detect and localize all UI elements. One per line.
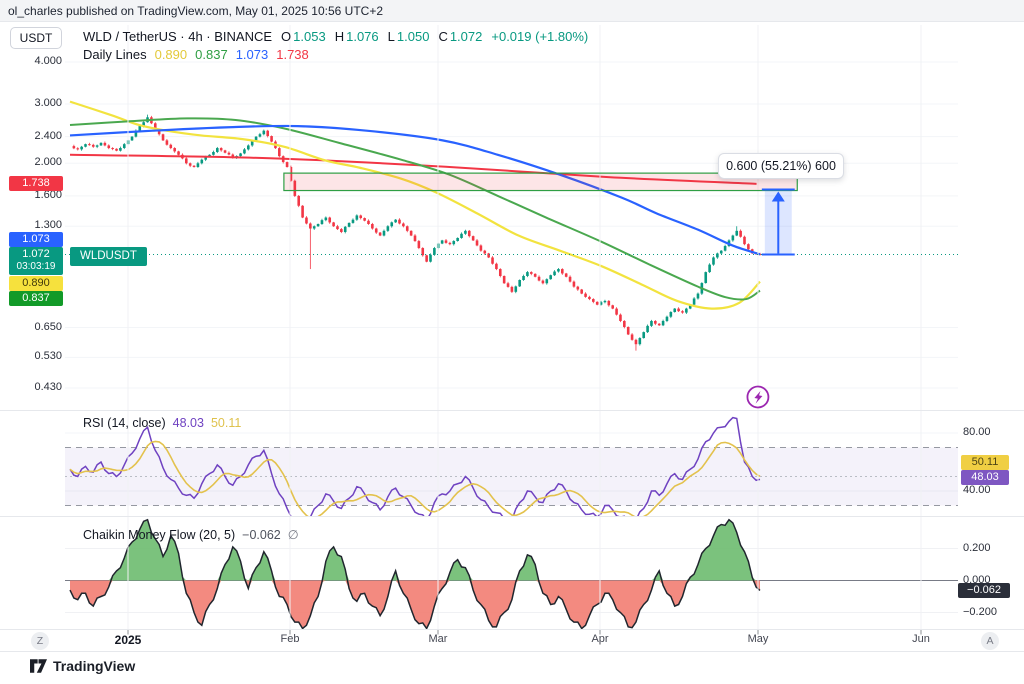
chart-canvas[interactable]: [0, 0, 1024, 684]
symbol-price-tag: WLDUSDT: [70, 247, 147, 266]
daily-line-value-green: 0.837: [195, 47, 228, 62]
rsi-header: RSI (14, close) 48.03 50.11: [83, 416, 248, 430]
close-label: C: [438, 29, 447, 44]
symbol-title: WLD / TetherUS · 4h · BINANCE: [83, 29, 272, 44]
rsi-ma-value: 50.11: [211, 416, 241, 430]
price-tick-label: 0.650: [6, 321, 62, 333]
daily-line-value-blue: 1.073: [236, 47, 269, 62]
cmf-header: Chaikin Money Flow (20, 5) −0.062 ∅: [83, 527, 306, 542]
cmf-value: −0.062: [242, 528, 281, 542]
time-axis-label: May: [748, 633, 769, 645]
daily-line-value-yellow: 0.890: [155, 47, 188, 62]
price-line-tag: 1.073: [9, 232, 63, 247]
open-label: O: [281, 29, 291, 44]
price-tick-label: 4.000: [6, 55, 62, 67]
low-label: L: [388, 29, 395, 44]
time-axis-label: Feb: [281, 633, 300, 645]
cmf-tick-label: 0.200: [963, 542, 1015, 554]
open-value: 1.053: [293, 29, 326, 44]
time-axis-label: 2025: [115, 633, 142, 647]
tradingview-logo-icon: [30, 659, 47, 673]
currency-toggle-button[interactable]: USDT: [10, 27, 62, 49]
price-line-tag: 0.890: [9, 276, 63, 291]
daily-lines-label: Daily Lines: [83, 47, 147, 62]
rsi-value: 48.03: [173, 416, 204, 430]
rsi-tick-label: 80.00: [963, 426, 1015, 438]
autoscale-badge[interactable]: A: [981, 632, 999, 650]
symbol-header: WLD / TetherUS · 4h · BINANCEO1.053H1.07…: [83, 29, 590, 44]
close-value: 1.072: [450, 29, 483, 44]
change-value: +0.019 (+1.80%): [491, 29, 588, 44]
cmf-value-tag: −0.062: [958, 583, 1010, 598]
current-price-tag: 1.07203:03:19: [9, 247, 63, 275]
price-tick-label: 3.000: [6, 97, 62, 109]
tradingview-logo-text: TradingView: [53, 658, 135, 674]
time-axis-label: Jun: [912, 633, 930, 645]
price-tick-label: 0.530: [6, 350, 62, 362]
price-line-tag: 0.837: [9, 291, 63, 306]
price-tick-label: 2.000: [6, 156, 62, 168]
rsi-title: RSI (14, close): [83, 416, 166, 430]
rsi-value-tag: 50.11: [961, 455, 1009, 470]
high-label: H: [335, 29, 344, 44]
low-value: 1.050: [397, 29, 430, 44]
high-value: 1.076: [346, 29, 379, 44]
tradingview-logo[interactable]: TradingView: [30, 658, 135, 674]
daily-line-value-red: 1.738: [276, 47, 309, 62]
null-icon: ∅: [288, 528, 299, 542]
daily-lines-legend: Daily Lines 0.890 0.837 1.073 1.738: [83, 47, 317, 62]
time-axis-label: Apr: [591, 633, 608, 645]
price-tick-label: 0.430: [6, 381, 62, 393]
price-tick-label: 1.300: [6, 219, 62, 231]
price-tick-label: 2.400: [6, 130, 62, 142]
price-line-tag: 1.738: [9, 176, 63, 191]
range-tooltip: 0.600 (55.21%) 600: [718, 153, 844, 179]
time-axis-label: Mar: [429, 633, 448, 645]
rsi-tick-label: 40.00: [963, 484, 1015, 496]
rsi-value-tag: 48.03: [961, 470, 1009, 485]
timezone-badge[interactable]: Z: [31, 632, 49, 650]
cmf-title: Chaikin Money Flow (20, 5): [83, 528, 235, 542]
tradingview-published-chart: ol_charles published on TradingView.com,…: [0, 0, 1024, 684]
cmf-tick-label: −0.200: [963, 606, 1015, 618]
countdown-timer: 03:03:19: [9, 261, 63, 273]
